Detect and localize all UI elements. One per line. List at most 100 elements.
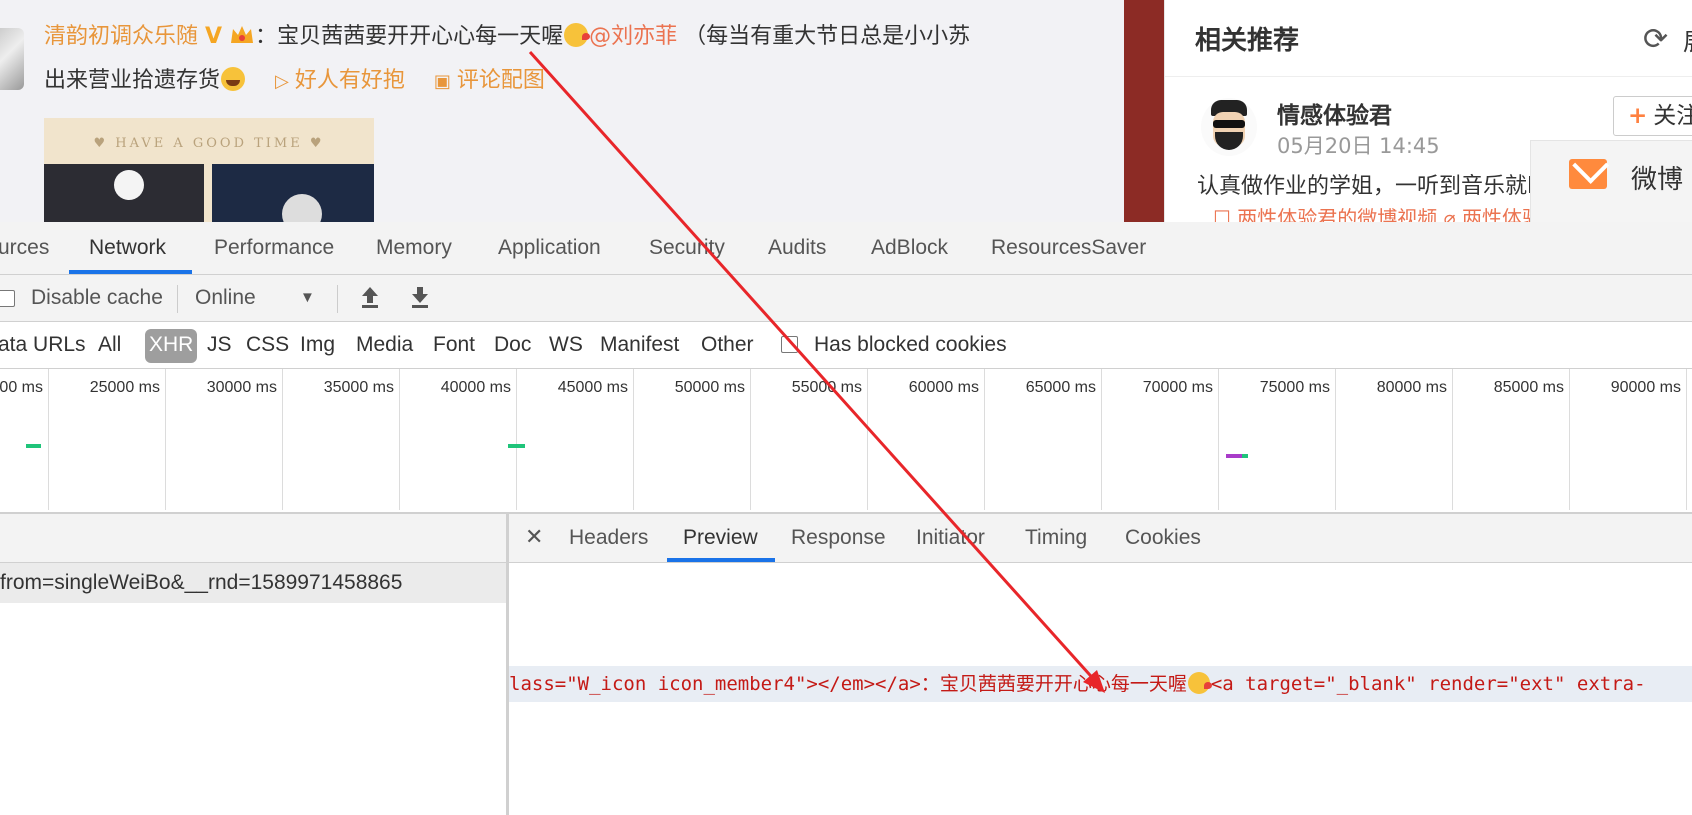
timeline-gridline xyxy=(750,369,751,510)
waterfall-bar-green-2 xyxy=(508,444,525,448)
post-line-1: 清韵初调众乐随 V ：宝贝茜茜要开开心心每一天喔 @刘亦菲 （每当有重大节日总是小… xyxy=(44,22,970,52)
verified-v-icon: V xyxy=(205,24,223,49)
refresh-label[interactable]: 展 xyxy=(1683,22,1692,57)
member-crown-icon xyxy=(229,23,255,47)
request-list: from=singleWeiBo&__rnd=1589971458865 xyxy=(0,514,509,815)
post-author-link[interactable]: 清韵初调众乐随 xyxy=(44,24,198,49)
tab-performance[interactable]: Performance xyxy=(214,222,334,274)
filter-xhr[interactable]: XHR xyxy=(149,322,193,368)
throttling-dropdown-icon[interactable]: ▼ xyxy=(300,275,315,321)
filter-data-urls[interactable]: ata URLs xyxy=(0,322,86,368)
comment-image-link[interactable]: ▣ 评论配图 xyxy=(434,68,545,93)
tab-application[interactable]: Application xyxy=(498,222,601,274)
image-icon: ▣ xyxy=(433,71,451,92)
tab-network[interactable]: Network xyxy=(89,222,166,274)
tab-memory[interactable]: Memory xyxy=(376,222,452,274)
post-text-1: 宝贝茜茜要开开心心每一天喔 xyxy=(277,24,564,49)
recommend-post-links[interactable]: ☐ 两性体验君的微博视频 ⌀ 两性体验 xyxy=(1213,202,1542,222)
recommend-header: 相关推荐 ⟳ 展 xyxy=(1165,0,1692,77)
tab-response[interactable]: Response xyxy=(791,514,886,562)
filter-manifest[interactable]: Manifest xyxy=(600,322,679,368)
timeline-gridline xyxy=(516,369,517,510)
follow-label: 关注 xyxy=(1653,103,1692,129)
network-filter-bar: ata URLs All XHR JS CSS Img Media Font D… xyxy=(0,322,1692,369)
filter-img[interactable]: Img xyxy=(300,322,335,368)
timeline-gridline xyxy=(1218,369,1219,510)
has-blocked-cookies-checkbox[interactable] xyxy=(781,336,798,353)
image-photo-right xyxy=(212,164,374,222)
filter-css[interactable]: CSS xyxy=(246,322,289,368)
recommend-user-name[interactable]: 情感体验君 xyxy=(1277,96,1392,130)
mention-link[interactable]: @刘亦菲 xyxy=(589,24,677,49)
tab-adblock[interactable]: AdBlock xyxy=(871,222,948,274)
has-blocked-cookies-label[interactable]: Has blocked cookies xyxy=(814,322,1007,368)
preview-code-line[interactable]: lass="W_icon icon_member4"></em></a>：宝贝茜… xyxy=(509,666,1692,702)
post-text-2: （每当有重大节日总是小小苏 xyxy=(684,24,971,49)
refresh-icon[interactable]: ⟳ xyxy=(1643,22,1668,57)
timeline-tick-label: 50000 ms xyxy=(674,379,745,396)
upload-har-icon[interactable] xyxy=(359,275,381,321)
disable-cache-checkbox[interactable] xyxy=(0,290,15,307)
tab-timing[interactable]: Timing xyxy=(1025,514,1087,562)
active-detail-tab-indicator xyxy=(667,558,775,562)
devtools-tabbar: urces Network Performance Memory Applica… xyxy=(0,222,1692,275)
tab-initiator[interactable]: Initiator xyxy=(916,514,985,562)
timeline-tick-label: 85000 ms xyxy=(1493,379,1564,396)
tab-audits[interactable]: Audits xyxy=(768,222,826,274)
filter-doc[interactable]: Doc xyxy=(494,322,531,368)
comment-image-label: 评论配图 xyxy=(456,68,545,93)
timeline-tick-label: 75000 ms xyxy=(1259,379,1330,396)
timeline-tick-label: 70000 ms xyxy=(1142,379,1213,396)
plus-icon: + xyxy=(1628,103,1648,129)
code-html-suffix: <a target="_blank" render="ext" extra- xyxy=(1210,673,1646,695)
kiss-emoji-icon xyxy=(564,23,591,47)
throttling-select[interactable]: Online xyxy=(195,275,256,321)
tab-cookies[interactable]: Cookies xyxy=(1125,514,1201,562)
network-overview-timeline[interactable]: 00 ms 25000 ms 30000 ms 35000 ms 40000 m… xyxy=(0,369,1692,669)
recommend-user-avatar[interactable] xyxy=(1201,98,1257,156)
tab-preview[interactable]: Preview xyxy=(683,514,758,562)
timeline-gridline xyxy=(399,369,400,510)
filter-ws[interactable]: WS xyxy=(549,322,583,368)
poster-avatar[interactable] xyxy=(0,28,24,90)
download-har-icon[interactable] xyxy=(409,275,431,321)
message-popup[interactable]: 微博 xyxy=(1530,140,1692,222)
timeline-gridline xyxy=(282,369,283,510)
timeline-gridline xyxy=(1686,369,1687,510)
request-list-header xyxy=(0,514,506,563)
filter-js[interactable]: JS xyxy=(207,322,232,368)
disable-cache-label[interactable]: Disable cache xyxy=(31,275,163,321)
timeline-tick-label: 25000 ms xyxy=(89,379,160,396)
tab-sources[interactable]: urces xyxy=(0,222,49,274)
recommend-post-time: 05月20日 14:45 xyxy=(1277,134,1440,158)
filter-media[interactable]: Media xyxy=(356,322,413,368)
message-popup-label: 微博 xyxy=(1631,165,1684,195)
mail-icon xyxy=(1569,159,1607,189)
video-link[interactable]: ▷ 好人有好抱 xyxy=(275,68,405,93)
weibo-post: 清韵初调众乐随 V ：宝贝茜茜要开开心心每一天喔 @刘亦菲 （每当有重大节日总是小… xyxy=(0,0,1124,222)
tab-headers[interactable]: Headers xyxy=(569,514,648,562)
request-row[interactable]: from=singleWeiBo&__rnd=1589971458865 xyxy=(0,563,506,603)
image-caption: ♥ HAVE A GOOD TIME ♥ xyxy=(93,136,325,151)
timeline-tick-label: 30000 ms xyxy=(206,379,277,396)
post-image[interactable]: ♥ HAVE A GOOD TIME ♥ xyxy=(44,118,374,222)
waterfall-bar-green-1 xyxy=(26,444,41,448)
laugh-cry-emoji-icon xyxy=(221,67,246,91)
tab-resourcessaver[interactable]: ResourcesSaver xyxy=(991,222,1146,274)
detail-tabbar: ✕ Headers Preview Response Initiator Tim… xyxy=(509,514,1692,563)
timeline-gridline xyxy=(984,369,985,510)
tab-security[interactable]: Security xyxy=(649,222,725,274)
filter-all[interactable]: All xyxy=(98,322,121,368)
video-link-label: 好人有好抱 xyxy=(294,68,405,93)
filter-font[interactable]: Font xyxy=(433,322,475,368)
timeline-tick-label: 60000 ms xyxy=(908,379,979,396)
network-toolbar: Disable cache Online ▼ xyxy=(0,275,1692,322)
code-html-prefix: lass="W_icon icon_member4"></em></a>： xyxy=(509,673,940,695)
image-photo-left xyxy=(44,164,204,222)
waterfall-bar-purple xyxy=(1226,454,1242,458)
timeline-gridline xyxy=(165,369,166,510)
follow-button[interactable]: + 关注 xyxy=(1613,96,1692,136)
close-detail-icon[interactable]: ✕ xyxy=(525,514,543,562)
code-post-text: 宝贝茜茜要开开心心每一天喔 xyxy=(939,673,1187,695)
filter-other[interactable]: Other xyxy=(701,322,754,368)
